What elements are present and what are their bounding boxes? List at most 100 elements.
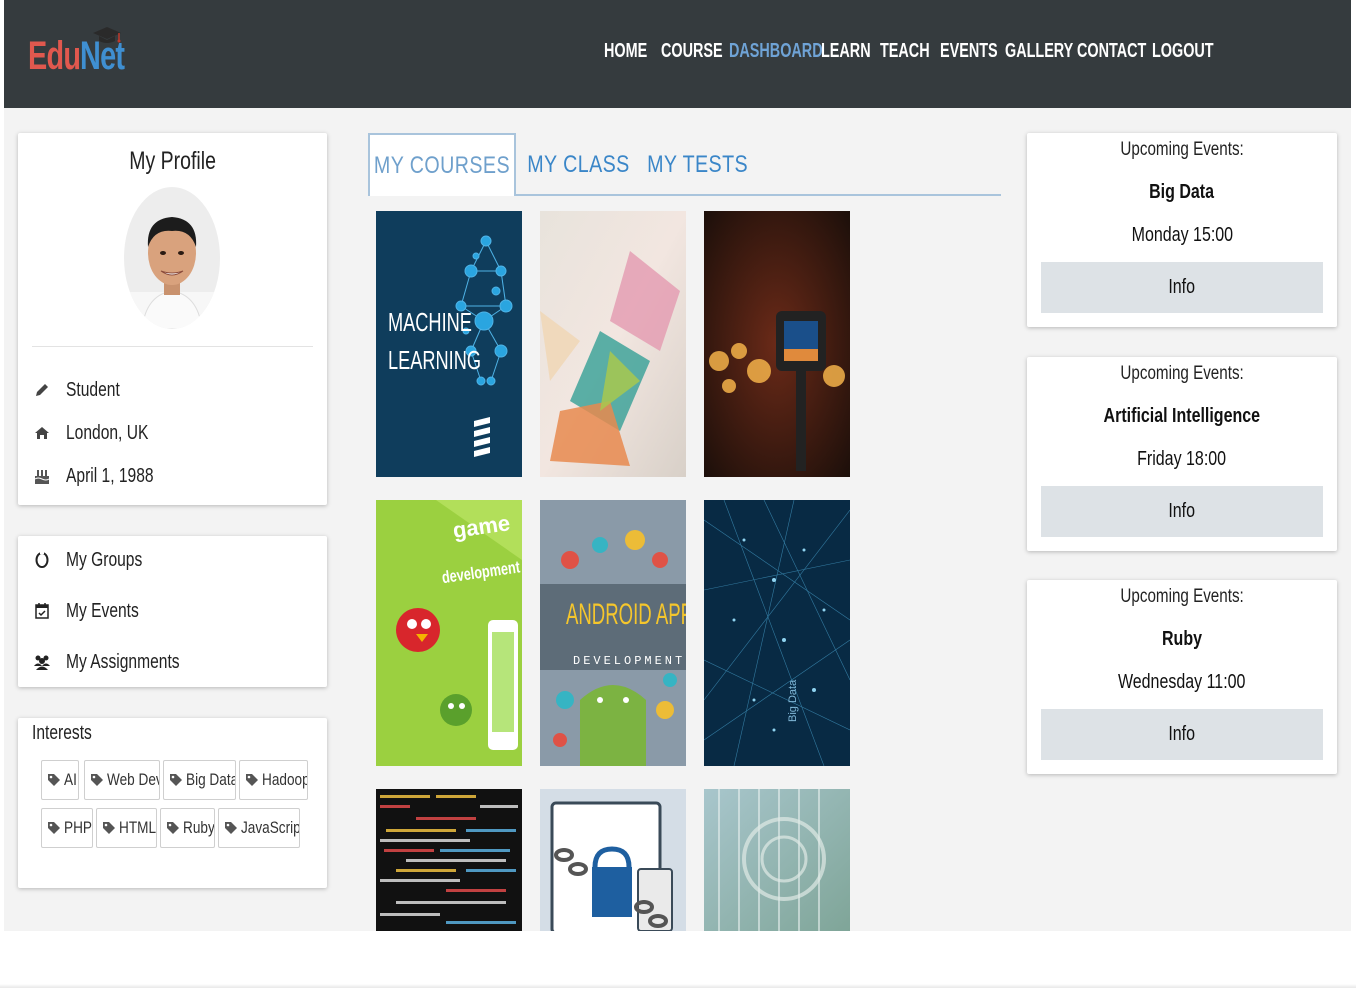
event-card-big-data: Upcoming Events: Big Data Monday 15:00 I…	[1027, 133, 1337, 327]
graduation-cap-icon	[93, 27, 121, 43]
nav-dashboard[interactable]: DASHBOARD	[729, 40, 823, 63]
tab-my-class[interactable]: MY CLASS	[527, 133, 629, 196]
profile-location-row: London, UK	[32, 421, 172, 445]
event-info-button[interactable]: Info	[1041, 486, 1323, 537]
event-name: Ruby	[1027, 628, 1337, 651]
my-assignments-text: My Assignments	[66, 650, 180, 673]
logo-text-edu: Edu	[28, 34, 81, 78]
event-info-button[interactable]: Info	[1041, 709, 1323, 760]
tag-javascript[interactable]: JavaScript	[218, 808, 300, 848]
app: Edu Net HOME COURSE DASHBOARD LEARN TEAC…	[4, 0, 1351, 931]
tag-icon	[246, 774, 258, 786]
profile-role-row: Student	[32, 378, 135, 402]
course-machine-learning[interactable]: MACHINE LEARNING	[376, 211, 522, 477]
event-label-text: Upcoming Events:	[1120, 139, 1244, 160]
profile-location: London, UK	[66, 422, 172, 445]
event-info-button-label: Info	[1168, 276, 1196, 298]
profile-card: My Profile Student London, UK April 1, 1…	[18, 133, 327, 505]
tag-label: Web Dev	[107, 770, 160, 789]
page-bottom-area	[0, 931, 1356, 988]
tag-label: PHP	[64, 818, 92, 837]
page-bottom-edge	[0, 984, 1356, 988]
event-name-text: Artificial Intelligence	[1103, 405, 1261, 427]
home-icon	[32, 423, 52, 443]
tab-my-tests-label: MY TESTS	[647, 150, 749, 178]
profile-birthday-row: April 1, 1988	[32, 464, 178, 488]
nav-logout[interactable]: LOGOUT	[1152, 40, 1214, 63]
event-label-text: Upcoming Events:	[1120, 363, 1244, 384]
nav-events[interactable]: EVENTS	[940, 40, 998, 63]
event-info-button-label: Info	[1168, 723, 1196, 745]
tag-big-data[interactable]: Big Data	[163, 760, 236, 800]
tag-ruby[interactable]: Ruby	[160, 808, 215, 848]
course-cyber-security[interactable]	[540, 789, 686, 931]
event-name-text: Big Data	[1149, 181, 1215, 203]
my-groups-text: My Groups	[66, 548, 143, 571]
ml-title-line2: LEARNING	[388, 346, 481, 375]
interests-card: Interests AI Web Dev Big Data Hadoop PHP…	[18, 718, 327, 888]
edunet-logo[interactable]: Edu Net	[28, 26, 138, 82]
bigdata-thumb-label: Big Data	[787, 679, 799, 722]
course-game-development[interactable]: game development	[376, 500, 522, 766]
tag-ai[interactable]: AI	[41, 760, 79, 800]
nav-learn[interactable]: LEARN	[821, 40, 871, 63]
birthday-cake-icon	[32, 466, 52, 486]
tab-my-courses-label: MY COURSES	[373, 151, 511, 179]
tag-label: JavaScript	[241, 818, 300, 837]
quick-links-card: My Groups My Events My Assignments	[18, 536, 327, 687]
tab-my-courses[interactable]: MY COURSES	[368, 133, 516, 196]
tag-label: AI	[64, 770, 77, 789]
nav-gallery[interactable]: GALLERY	[1005, 40, 1073, 63]
profile-title: My Profile	[18, 147, 327, 176]
event-name: Artificial Intelligence	[1027, 405, 1337, 428]
my-events-link[interactable]: My Events	[32, 599, 159, 623]
circle-notch-icon	[32, 550, 52, 570]
profile-divider	[32, 346, 313, 347]
tag-html[interactable]: HTML	[96, 808, 157, 848]
course-photography[interactable]	[704, 211, 850, 477]
event-name: Big Data	[1027, 181, 1337, 204]
profile-location-text: London, UK	[66, 421, 149, 444]
profile-title-text: My Profile	[129, 147, 216, 175]
avatar[interactable]	[124, 187, 220, 329]
my-groups-label: My Groups	[66, 549, 164, 572]
tag-icon	[167, 822, 179, 834]
tag-label: Hadoop	[262, 770, 308, 789]
profile-birthday: April 1, 1988	[66, 465, 178, 488]
event-card-artificial-intelligence: Upcoming Events: Artificial Intelligence…	[1027, 357, 1337, 551]
event-time: Monday 15:00	[1027, 224, 1337, 247]
event-info-button[interactable]: Info	[1041, 262, 1323, 313]
nav-contact[interactable]: CONTACT	[1077, 40, 1146, 63]
event-label: Upcoming Events:	[1027, 586, 1337, 608]
android-title-line1: ANDROID APP	[566, 598, 686, 632]
my-events-text: My Events	[66, 599, 139, 622]
tag-icon	[48, 774, 60, 786]
event-label-text: Upcoming Events:	[1120, 586, 1244, 607]
tag-icon	[91, 774, 103, 786]
event-time: Wednesday 11:00	[1027, 671, 1337, 694]
event-label: Upcoming Events:	[1027, 363, 1337, 385]
nav-course[interactable]: COURSE	[661, 40, 723, 63]
my-events-label: My Events	[66, 600, 159, 623]
tag-hadoop[interactable]: Hadoop	[239, 760, 308, 800]
my-groups-link[interactable]: My Groups	[32, 548, 164, 572]
course-android-app-development[interactable]: ANDROID APP DEVELOPMENT	[540, 500, 686, 766]
event-name-text: Ruby	[1162, 628, 1202, 650]
tag-php[interactable]: PHP	[41, 808, 93, 848]
event-info-button-label: Info	[1168, 500, 1196, 522]
course-big-data[interactable]: Big Data	[704, 500, 850, 766]
event-time-text: Monday 15:00	[1131, 224, 1233, 246]
nav-teach[interactable]: TEACH	[880, 40, 930, 63]
top-navbar: Edu Net HOME COURSE DASHBOARD LEARN TEAC…	[4, 0, 1351, 108]
ml-title-line1: MACHINE	[388, 308, 472, 337]
tab-my-tests[interactable]: MY TESTS	[647, 133, 749, 196]
course-origami[interactable]	[540, 211, 686, 477]
event-time: Friday 18:00	[1027, 448, 1337, 471]
course-coding[interactable]	[376, 789, 522, 931]
my-assignments-link[interactable]: My Assignments	[32, 650, 212, 674]
course-tabs: MY COURSES MY CLASS MY TESTS	[368, 133, 1001, 196]
tag-web-dev[interactable]: Web Dev	[84, 760, 160, 800]
event-card-ruby: Upcoming Events: Ruby Wednesday 11:00 In…	[1027, 580, 1337, 774]
course-binary-data[interactable]	[704, 789, 850, 931]
nav-home[interactable]: HOME	[604, 40, 647, 63]
